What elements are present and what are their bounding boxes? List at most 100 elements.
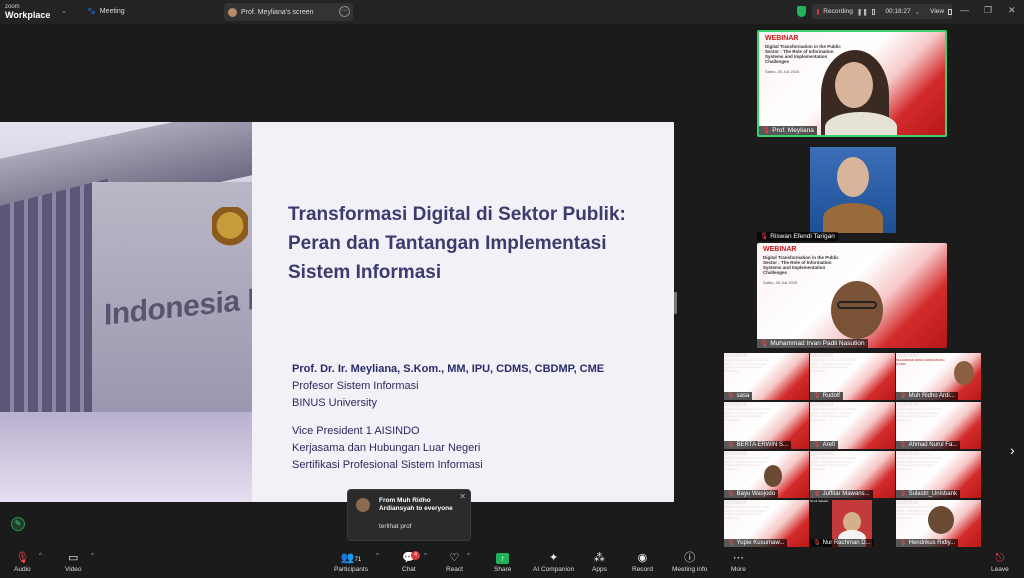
more-button[interactable]: ⋯ More: [731, 551, 746, 574]
participant-name: 🎙 Hendrikus Ridiy...: [896, 539, 959, 547]
close-icon[interactable]: ✕: [1008, 5, 1016, 16]
webinar-subtitle: Digital Transformation in the Public Sec…: [810, 407, 857, 422]
webinar-subtitle: Digital Transformation in the Public Sec…: [896, 456, 943, 471]
video-button[interactable]: ▭ Video: [65, 551, 82, 574]
title-bar: zoom Workplace ⌄ 🐾 Meeting Prof. Meylian…: [0, 0, 1024, 24]
participant-tile[interactable]: WEBINAR Digital Transformation in the Pu…: [724, 402, 809, 449]
recording-indicator[interactable]: Recording ❚❚ 00:18:27 ⌄ View: [812, 4, 952, 19]
apps-button[interactable]: ⁂ Apps: [592, 551, 607, 574]
participant-tile[interactable]: WEBINAR Digital Transformation in the Pu…: [810, 353, 895, 400]
participant-tile[interactable]: WEBINAR Digital Transformation in the Pu…: [810, 451, 895, 498]
audio-button[interactable]: 🎙 Audio: [14, 551, 31, 574]
chevron-down-icon[interactable]: ⌄: [61, 7, 67, 15]
record-icon: ◉: [637, 552, 648, 564]
share-button[interactable]: ↑ Share: [494, 551, 511, 574]
webinar-subtitle: Digital Transformation in the Public Sec…: [896, 407, 943, 422]
participants-button[interactable]: 👥71 Participants: [334, 551, 368, 574]
close-icon[interactable]: ✕: [459, 492, 466, 501]
mic-off-icon: 🎙: [727, 393, 735, 399]
chevron-up-icon[interactable]: ^: [424, 553, 427, 559]
participant-name: 🎙 Prof. Meyliana: [759, 126, 817, 135]
participant-face: [835, 62, 873, 108]
chevron-down-icon[interactable]: ⌄: [915, 8, 920, 16]
participant-face: [837, 157, 869, 197]
webinar-title: WEBINAR: [765, 35, 799, 42]
sender-avatar: [356, 498, 370, 512]
webinar-subtitle: Digital Transformation in the Public Sec…: [810, 358, 857, 373]
mic-off-icon: 🎙: [727, 540, 735, 546]
chevron-up-icon[interactable]: ^: [376, 553, 379, 559]
mic-off-icon: 🎙: [813, 491, 821, 497]
sparkle-icon: ✦: [548, 552, 559, 564]
mic-off-icon: 🎙: [899, 540, 907, 546]
minimize-icon[interactable]: —: [960, 5, 969, 15]
chevron-up-icon[interactable]: ^: [39, 553, 42, 559]
view-button[interactable]: View: [930, 8, 944, 15]
chat-notification[interactable]: From Muh Ridho Ardiansyah to everyone te…: [347, 489, 471, 541]
record-button[interactable]: ◉ Record: [632, 551, 653, 574]
video-icon: ▭: [68, 552, 79, 564]
participant-tile[interactable]: WEBINAR Digital Transformation in the Pu…: [896, 451, 981, 498]
slide-title: Transformasi Digital di Sektor Publik: P…: [288, 204, 626, 283]
participant-tile[interactable]: WEBINAR Digital Transformation in the Pu…: [896, 500, 981, 547]
mic-off-icon: 🎙: [813, 442, 821, 448]
shield-icon[interactable]: [797, 6, 806, 17]
participant-tile[interactable]: WEBINAR Digital Transformation in the Pu…: [724, 500, 809, 547]
participant-tile[interactable]: WEBINAR Digital Transformation in the Pu…: [810, 402, 895, 449]
participant-face: [764, 465, 782, 487]
heart-icon: ♡: [449, 552, 460, 564]
participant-name: 🎙 Muh Ridho Ardi...: [896, 392, 958, 400]
participant-tile-3[interactable]: WEBINAR Digital Transformation in the Pu…: [757, 243, 947, 348]
webinar-subtitle: Digital Transformation in the Public Sec…: [724, 505, 771, 520]
participant-face: [831, 281, 883, 339]
mic-off-icon: 🎙: [899, 491, 907, 497]
restore-icon[interactable]: ❐: [984, 5, 992, 16]
chat-sender: From Muh Ridho Ardiansyah to everyone: [379, 497, 453, 512]
mic-icon: 🎙: [762, 127, 771, 134]
leave-button[interactable]: ⎋ Leave: [991, 551, 1009, 574]
mic-off-icon: 🎙: [813, 540, 821, 546]
chevron-up-icon[interactable]: ^: [467, 553, 470, 559]
screen-share-tab[interactable]: Prof. Meyliana's screen ···: [224, 3, 353, 21]
mic-off-icon: 🎙: [727, 491, 735, 497]
meeting-tab[interactable]: 🐾 Meeting: [87, 7, 125, 16]
speaker-cert: Sertifikasi Profesional Sistem Informasi: [292, 459, 483, 471]
react-button[interactable]: ♡ React: [446, 551, 463, 574]
building-photo: Indonesia M: [0, 122, 252, 502]
annotate-icon[interactable]: ✎: [11, 517, 25, 531]
zoom-window: zoom Workplace ⌄ 🐾 Meeting Prof. Meylian…: [0, 0, 1024, 578]
webinar-subtitle: Digital Transformation in the Public Sec…: [724, 407, 771, 422]
participant-tile[interactable]: WEBINAR Digital Transformation in the Pu…: [724, 451, 809, 498]
presenter-avatar-icon: [228, 7, 237, 17]
participant-tile-2[interactable]: 🎙 Riswan Efendi Tarigan: [757, 143, 947, 241]
presentation-slide: Indonesia M Transformasi Digital di Sekt…: [0, 122, 674, 502]
participant-name: 🎙 sasa: [724, 392, 753, 400]
panel-resize-handle[interactable]: [674, 292, 677, 314]
more-options-icon[interactable]: ···: [339, 6, 350, 17]
meeting-tab-label: Meeting: [99, 7, 125, 15]
pause-icon[interactable]: ❚❚: [857, 8, 868, 16]
chevron-up-icon[interactable]: ^: [91, 553, 94, 559]
participant-name: 🎙 Ahmad Nurul Fa...: [896, 441, 961, 449]
participants-icon: 👥71: [340, 552, 362, 564]
stop-icon[interactable]: [871, 8, 876, 15]
speaker-role: Profesor Sistem Informasi: [292, 380, 419, 392]
participant-tile[interactable]: WEBINAR Digital Transformation in the Pu…: [724, 353, 809, 400]
participant-name: 🎙 Sulastri_Unisbank: [896, 490, 960, 498]
shared-screen: Indonesia M Transformasi Digital di Sekt…: [0, 24, 677, 549]
participant-name: 🎙 Arefi: [810, 441, 838, 449]
next-page-arrow-icon[interactable]: ›: [1010, 442, 1015, 458]
participant-tile[interactable]: Nurul Sahabu 🎙 Nur Rachman D...: [810, 499, 895, 547]
ai-companion-button[interactable]: ✦ AI Companion: [533, 551, 574, 574]
participant-name: 🎙 Bayu Wasjodo: [724, 490, 779, 498]
speaker-dept: Kerjasama dan Hubungan Luar Negeri: [292, 442, 481, 454]
participant-tile[interactable]: WEBINAR Digital Transformation in the Pu…: [896, 402, 981, 449]
mic-off-icon: 🎙: [899, 393, 907, 399]
mic-off-icon: 🎙: [813, 393, 821, 399]
zoom-brand[interactable]: zoom Workplace: [5, 3, 50, 21]
mic-off-icon: 🎙: [899, 442, 907, 448]
participant-tile-main[interactable]: WEBINAR Digital Transformation in the Pu…: [757, 30, 947, 137]
mic-off-icon: 🎙: [15, 552, 30, 564]
participant-tile[interactable]: WEBINAR MUHAMMAD RIDHO ARDIANSYAH, S.KOM…: [896, 353, 981, 400]
meeting-info-button[interactable]: ⓘ Meeting info: [672, 551, 707, 574]
